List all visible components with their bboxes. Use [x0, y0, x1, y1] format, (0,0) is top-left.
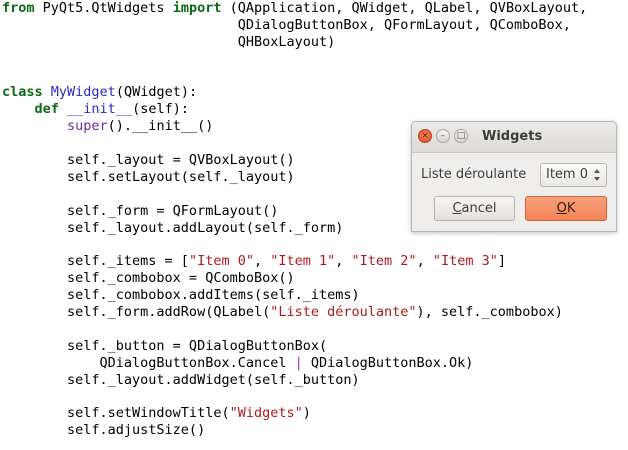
code-token: self.setWindowTitle( [2, 405, 230, 422]
chevron-up-down-icon [594, 169, 600, 181]
code-token: __init__ [67, 101, 133, 118]
code-token: self._layout = QVBoxLayout() [2, 152, 295, 169]
code-token: | [294, 354, 303, 371]
code-token: "Item 1" [270, 253, 336, 270]
code-token: self._layout.addLayout(self._form) [2, 219, 344, 236]
code-token: self.adjustSize() [2, 422, 206, 439]
code-token: from [2, 0, 35, 16]
code-line: self._layout.addWidget(self._button) [2, 372, 587, 389]
code-token: QDialogButtonBox.Ok) [302, 354, 474, 371]
widgets-dialog-window: × – □ Widgets Liste déroulante Item 0 Ca… [411, 121, 617, 232]
code-token: (QApplication, QWidget, QLabel, QVBoxLay… [221, 0, 588, 16]
cancel-mnemonic: C [452, 201, 462, 216]
code-line: def __init__(self): [2, 101, 587, 118]
code-token: (QWidget): [115, 84, 198, 101]
code-token: self._form = QFormLayout() [2, 202, 279, 219]
code-token: self._combobox = QComboBox() [2, 270, 295, 287]
code-token: self._items = [ [2, 253, 189, 270]
code-token: QDialogButtonBox, QFormLayout, QComboBox… [2, 16, 571, 33]
code-token: QDialogButtonBox.Cancel [2, 354, 295, 371]
window-title: Widgets [482, 129, 543, 144]
item-combobox[interactable]: Item 0 [540, 163, 607, 187]
code-line: self._combobox = QComboBox() [2, 270, 587, 287]
code-token: MyWidget [50, 84, 116, 101]
minimize-icon[interactable]: – [436, 129, 450, 143]
code-line: self._button = QDialogButtonBox( [2, 338, 587, 355]
code-line: QDialogButtonBox.Cancel | QDialogButtonB… [2, 355, 587, 372]
code-line: self._items = ["Item 0", "Item 1", "Item… [2, 253, 587, 270]
code-token: ().__init__() [107, 118, 214, 135]
code-token: self._combobox.addItems(self._items) [2, 287, 360, 304]
code-line: self._form.addRow(QLabel("Liste déroulan… [2, 304, 587, 321]
code-token: super [67, 118, 108, 135]
code-token: "Item 0" [188, 253, 254, 270]
code-line: self._combobox.addItems(self._items) [2, 287, 587, 304]
ok-mnemonic: O [556, 201, 567, 216]
ok-label: K [566, 201, 576, 216]
code-line: QDialogButtonBox, QFormLayout, QComboBox… [2, 17, 587, 34]
cancel-button[interactable]: Cancel [434, 196, 515, 221]
code-token: self._layout.addWidget(self._button) [2, 371, 360, 388]
code-token: , [416, 253, 433, 270]
code-token: import [172, 0, 222, 16]
cancel-label: ancel [461, 201, 497, 216]
code-token: self.setLayout(self._layout) [2, 168, 295, 185]
code-token: ] [497, 253, 506, 270]
code-token: self._button = QDialogButtonBox( [2, 337, 328, 354]
code-token: , [253, 253, 271, 270]
code-line: QHBoxLayout) [2, 34, 587, 51]
combo-label: Liste déroulante [421, 167, 527, 182]
code-line: self.setWindowTitle("Widgets") [2, 405, 587, 422]
code-token: PyQt5.QtWidgets [34, 0, 173, 16]
maximize-icon[interactable]: □ [454, 129, 468, 143]
code-token: "Liste déroulante" [270, 304, 417, 321]
code-token: def [34, 101, 59, 118]
ok-button[interactable]: OK [525, 196, 607, 221]
close-icon[interactable]: × [418, 129, 432, 143]
code-token: (self): [132, 101, 189, 118]
window-titlebar[interactable]: × – □ Widgets [412, 122, 616, 153]
code-token: class [2, 84, 43, 101]
code-token: "Item 2" [351, 253, 417, 270]
code-token: QHBoxLayout) [2, 33, 336, 50]
code-token: "Widgets" [229, 405, 303, 422]
code-line: from PyQt5.QtWidgets import (QApplicatio… [2, 0, 587, 17]
code-token: "Item 3" [432, 253, 498, 270]
code-token: ), self._combobox) [416, 304, 563, 321]
code-token: self._form.addRow(QLabel( [2, 304, 271, 321]
code-line: self.adjustSize() [2, 422, 587, 439]
code-token: , [335, 253, 352, 270]
combo-selected-value: Item 0 [546, 167, 588, 182]
code-token: ) [302, 405, 311, 422]
code-line: class MyWidget(QWidget): [2, 84, 587, 101]
